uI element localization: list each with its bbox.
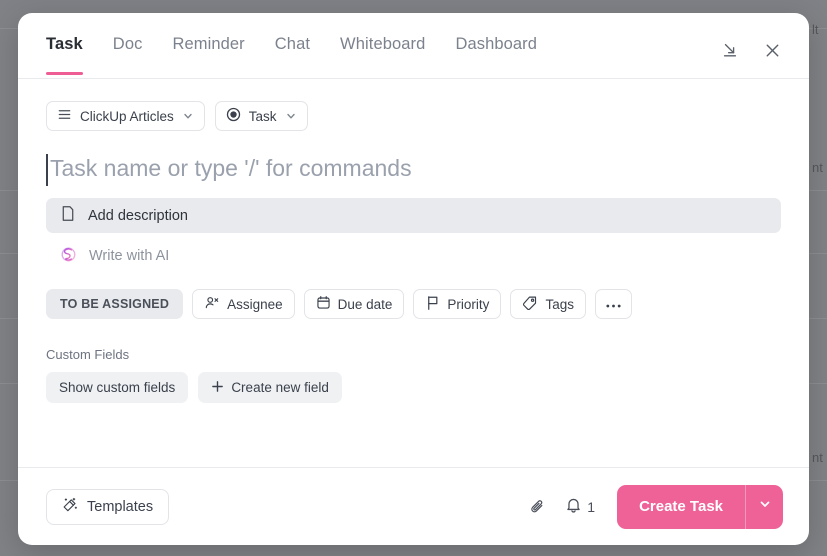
backdrop-text-fragment: nt	[812, 450, 823, 465]
tab-task[interactable]: Task	[46, 35, 83, 75]
chevron-down-icon	[758, 497, 772, 516]
notification-indicator[interactable]: 1	[565, 496, 595, 517]
footer-actions: 1 Create Task	[529, 484, 783, 529]
flag-icon	[425, 295, 440, 314]
chevron-down-icon	[285, 110, 297, 122]
modal-tabs: Task Doc Reminder Chat Whiteboard Dashbo…	[46, 13, 537, 78]
add-description-button[interactable]: Add description	[46, 198, 781, 233]
ai-sparkle-icon	[60, 246, 77, 267]
type-label: Task	[248, 108, 277, 124]
create-task-group: Create Task	[617, 484, 783, 529]
selector-row: ClickUp Articles Task	[46, 101, 781, 131]
list-icon	[57, 107, 72, 125]
tab-chat[interactable]: Chat	[275, 35, 310, 74]
custom-fields-section: Custom Fields Show custom fields Create …	[46, 347, 781, 403]
create-task-modal: Task Doc Reminder Chat Whiteboard Dashbo…	[18, 13, 809, 545]
modal-header: Task Doc Reminder Chat Whiteboard Dashbo…	[18, 13, 809, 79]
assignee-label: Assignee	[227, 296, 283, 312]
status-label: TO BE ASSIGNED	[60, 297, 170, 311]
tab-label: Whiteboard	[340, 35, 426, 53]
priority-label: Priority	[447, 296, 490, 312]
add-description-label: Add description	[88, 207, 188, 224]
tags-button[interactable]: Tags	[510, 289, 586, 319]
task-name-input[interactable]: Task name or type '/' for commands	[46, 149, 781, 192]
plus-icon	[211, 380, 224, 396]
type-selector[interactable]: Task	[214, 101, 308, 131]
tab-reminder[interactable]: Reminder	[172, 35, 244, 74]
location-selector[interactable]: ClickUp Articles	[46, 101, 205, 131]
custom-fields-label: Custom Fields	[46, 347, 130, 362]
backdrop-text-fragment: nt	[812, 160, 823, 175]
more-options-button[interactable]	[594, 289, 632, 319]
header-actions	[717, 13, 785, 63]
create-task-button[interactable]: Create Task	[617, 485, 745, 529]
tab-label: Reminder	[172, 35, 245, 53]
calendar-icon	[316, 295, 331, 313]
task-properties-row: TO BE ASSIGNED Assignee Due date Priorit…	[46, 289, 781, 319]
write-with-ai-button[interactable]: Write with AI	[46, 239, 781, 273]
due-date-button[interactable]: Due date	[303, 289, 405, 319]
modal-footer: Templates 1 Create Task	[18, 467, 809, 545]
tag-icon	[522, 295, 538, 314]
create-new-field-label: Create new field	[231, 380, 329, 395]
assignee-button[interactable]: Assignee	[192, 289, 295, 319]
tab-label: Chat	[274, 35, 311, 53]
custom-fields-buttons: Show custom fields Create new field	[46, 372, 781, 403]
minimize-to-corner-icon[interactable]	[717, 37, 743, 63]
ellipsis-icon	[605, 297, 622, 312]
write-with-ai-label: Write with AI	[89, 248, 170, 264]
task-name-placeholder: Task name or type '/' for commands	[50, 155, 412, 181]
create-task-dropdown-button[interactable]	[745, 484, 783, 529]
due-date-label: Due date	[337, 296, 393, 312]
tab-whiteboard[interactable]: Whiteboard	[340, 35, 425, 74]
show-custom-fields-button[interactable]: Show custom fields	[46, 372, 189, 403]
bell-icon	[565, 496, 582, 517]
status-badge[interactable]: TO BE ASSIGNED	[46, 289, 184, 319]
document-icon	[60, 205, 76, 226]
notification-count: 1	[587, 498, 596, 515]
close-icon[interactable]	[759, 37, 785, 63]
person-add-icon	[204, 295, 220, 314]
tab-label: Dashboard	[455, 35, 538, 53]
paperclip-icon[interactable]	[529, 498, 547, 516]
tab-label: Task	[46, 35, 83, 53]
tab-dashboard[interactable]: Dashboard	[455, 35, 537, 74]
tags-label: Tags	[545, 296, 574, 312]
priority-button[interactable]: Priority	[413, 289, 502, 319]
create-new-field-button[interactable]: Create new field	[198, 372, 342, 403]
show-custom-fields-label: Show custom fields	[59, 380, 176, 395]
location-label: ClickUp Articles	[80, 108, 174, 124]
tab-label: Doc	[112, 35, 143, 53]
text-caret	[46, 154, 48, 186]
templates-label: Templates	[87, 498, 154, 515]
backdrop-top-strip	[0, 0, 827, 10]
chevron-down-icon	[182, 110, 194, 122]
backdrop-text-fragment: lt	[812, 22, 819, 37]
templates-button[interactable]: Templates	[46, 488, 170, 525]
tab-doc[interactable]: Doc	[113, 35, 143, 74]
task-circle-icon	[226, 107, 241, 125]
magic-wand-icon	[62, 497, 78, 517]
modal-body: ClickUp Articles Task Task name or type …	[18, 79, 809, 467]
